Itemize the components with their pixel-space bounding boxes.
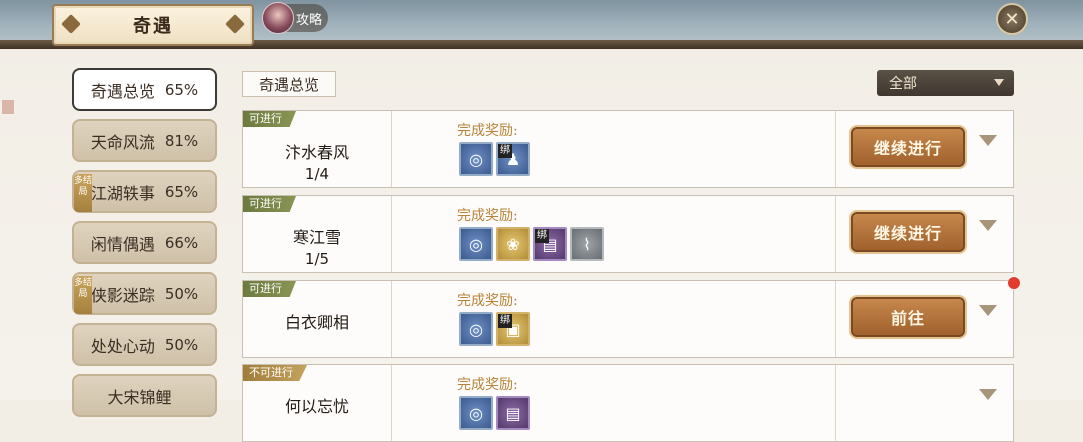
- figure-icon[interactable]: ♟ 绑: [496, 142, 530, 176]
- close-button[interactable]: ✕: [996, 3, 1028, 35]
- sidebar-item-koi[interactable]: 大宋锦鲤: [72, 374, 217, 417]
- sidebar-item-percent: 65%: [164, 182, 199, 201]
- reward-label: 完成奖励:: [457, 123, 518, 139]
- sidebar-item-label: 处处心动: [90, 336, 155, 356]
- reward-label: 完成奖励:: [457, 293, 518, 309]
- sidebar-item-overview[interactable]: 奇遇总览 65%: [72, 68, 217, 111]
- status-badge: 可进行: [243, 196, 296, 212]
- quest-name: 白衣卿相: [284, 313, 349, 332]
- quest-progress: 1/5: [304, 250, 330, 268]
- divider: [835, 365, 836, 441]
- sidebar-item-label: 天命风流: [90, 132, 155, 152]
- status-badge: 可进行: [243, 111, 296, 127]
- avatar: [262, 2, 294, 34]
- multi-ending-badge: 多结局: [74, 174, 92, 212]
- bound-badge: 绑: [498, 314, 512, 328]
- reward-list: ◎ ❀ ▤ 绑 ⌇: [459, 227, 604, 261]
- divider: [391, 196, 392, 272]
- jade-disc-icon[interactable]: ◎: [459, 227, 493, 261]
- filter-select[interactable]: 全部: [877, 70, 1014, 96]
- reward-label: 完成奖励:: [457, 208, 518, 224]
- reward-label: 完成奖励:: [457, 377, 518, 393]
- continue-button[interactable]: 继续进行: [849, 210, 967, 254]
- sidebar-item-percent: 50%: [164, 284, 199, 303]
- guide-button[interactable]: 攻略: [262, 2, 328, 34]
- divider: [835, 196, 836, 272]
- lotus-icon[interactable]: ❀: [496, 227, 530, 261]
- section-title: 奇遇总览: [242, 71, 336, 97]
- chevron-down-icon[interactable]: [979, 220, 997, 231]
- ornament-icon: [225, 14, 245, 34]
- scroll-icon[interactable]: ⌇: [570, 227, 604, 261]
- quest-progress: 1/4: [304, 165, 330, 183]
- sidebar-item-percent: 65%: [164, 80, 199, 99]
- bound-badge: 绑: [535, 229, 549, 243]
- status-badge: 不可进行: [243, 365, 307, 381]
- multi-ending-badge: 多结局: [74, 276, 92, 314]
- page-title-text: 奇遇: [133, 16, 173, 37]
- chevron-down-icon[interactable]: [979, 135, 997, 146]
- sidebar-item-destiny[interactable]: 天命风流 81%: [72, 119, 217, 162]
- sidebar-item-label: 闲情偶遇: [90, 234, 155, 254]
- close-icon: ✕: [1004, 8, 1020, 30]
- jade-disc-icon[interactable]: ◎: [459, 396, 493, 430]
- sidebar-item-heart[interactable]: 处处心动 50%: [72, 323, 217, 366]
- reward-list: ◎ ♟ 绑: [459, 142, 530, 176]
- sidebar-item-shadow[interactable]: 多结局 侠影迷踪 50%: [72, 272, 217, 315]
- quest-name: 汴水春风: [284, 143, 349, 162]
- notification-dot: [1008, 277, 1020, 289]
- quest-card[interactable]: 可进行 白衣卿相 完成奖励: ◎ ▣ 绑 前往: [242, 280, 1014, 358]
- reward-list: ◎ ▤: [459, 396, 530, 430]
- calligraphy-decoration: [4, 100, 28, 400]
- sidebar-item-label: 侠影迷踪: [90, 285, 155, 305]
- divider: [835, 111, 836, 187]
- guide-label: 攻略: [296, 12, 323, 28]
- quest-card[interactable]: 不可进行 何以忘忧 完成奖励: ◎ ▤: [242, 364, 1014, 442]
- jade-disc-icon[interactable]: ◎: [459, 142, 493, 176]
- book-icon[interactable]: ▤ 绑: [533, 227, 567, 261]
- filter-value: 全部: [889, 76, 917, 92]
- jade-disc-icon[interactable]: ◎: [459, 312, 493, 346]
- chevron-down-icon[interactable]: [979, 389, 997, 400]
- quest-card[interactable]: 可进行 汴水春风 1/4 完成奖励: ◎ ♟ 绑 继续进行: [242, 110, 1014, 188]
- divider: [835, 281, 836, 357]
- bound-badge: 绑: [498, 144, 512, 158]
- quest-card[interactable]: 可进行 寒江雪 1/5 完成奖励: ◎ ❀ ▤ 绑 ⌇ 继续进行: [242, 195, 1014, 273]
- continue-button[interactable]: 继续进行: [849, 125, 967, 169]
- quest-name: 何以忘忧: [284, 397, 349, 416]
- chevron-down-icon: [994, 79, 1004, 86]
- reward-list: ◎ ▣ 绑: [459, 312, 530, 346]
- sidebar-item-percent: 81%: [164, 131, 199, 150]
- page-title: 奇遇: [52, 4, 254, 46]
- sidebar-item-percent: 66%: [164, 233, 199, 252]
- sidebar-item-label: 奇遇总览: [90, 81, 155, 101]
- divider: [391, 365, 392, 441]
- sidebar-item-leisure[interactable]: 闲情偶遇 66%: [72, 221, 217, 264]
- go-button[interactable]: 前往: [849, 295, 967, 339]
- quest-name: 寒江雪: [292, 228, 341, 247]
- book-icon[interactable]: ▤: [496, 396, 530, 430]
- sidebar-item-percent: 50%: [164, 335, 199, 354]
- sidebar-item-label: 大宋锦鲤: [107, 387, 172, 407]
- sidebar-item-label: 江湖轶事: [90, 183, 155, 203]
- sidebar-item-anecdotes[interactable]: 多结局 江湖轶事 65%: [72, 170, 217, 213]
- status-badge: 可进行: [243, 281, 296, 297]
- gold-chest-icon[interactable]: ▣ 绑: [496, 312, 530, 346]
- divider: [391, 281, 392, 357]
- ornament-icon: [61, 14, 81, 34]
- chevron-down-icon[interactable]: [979, 305, 997, 316]
- divider: [391, 111, 392, 187]
